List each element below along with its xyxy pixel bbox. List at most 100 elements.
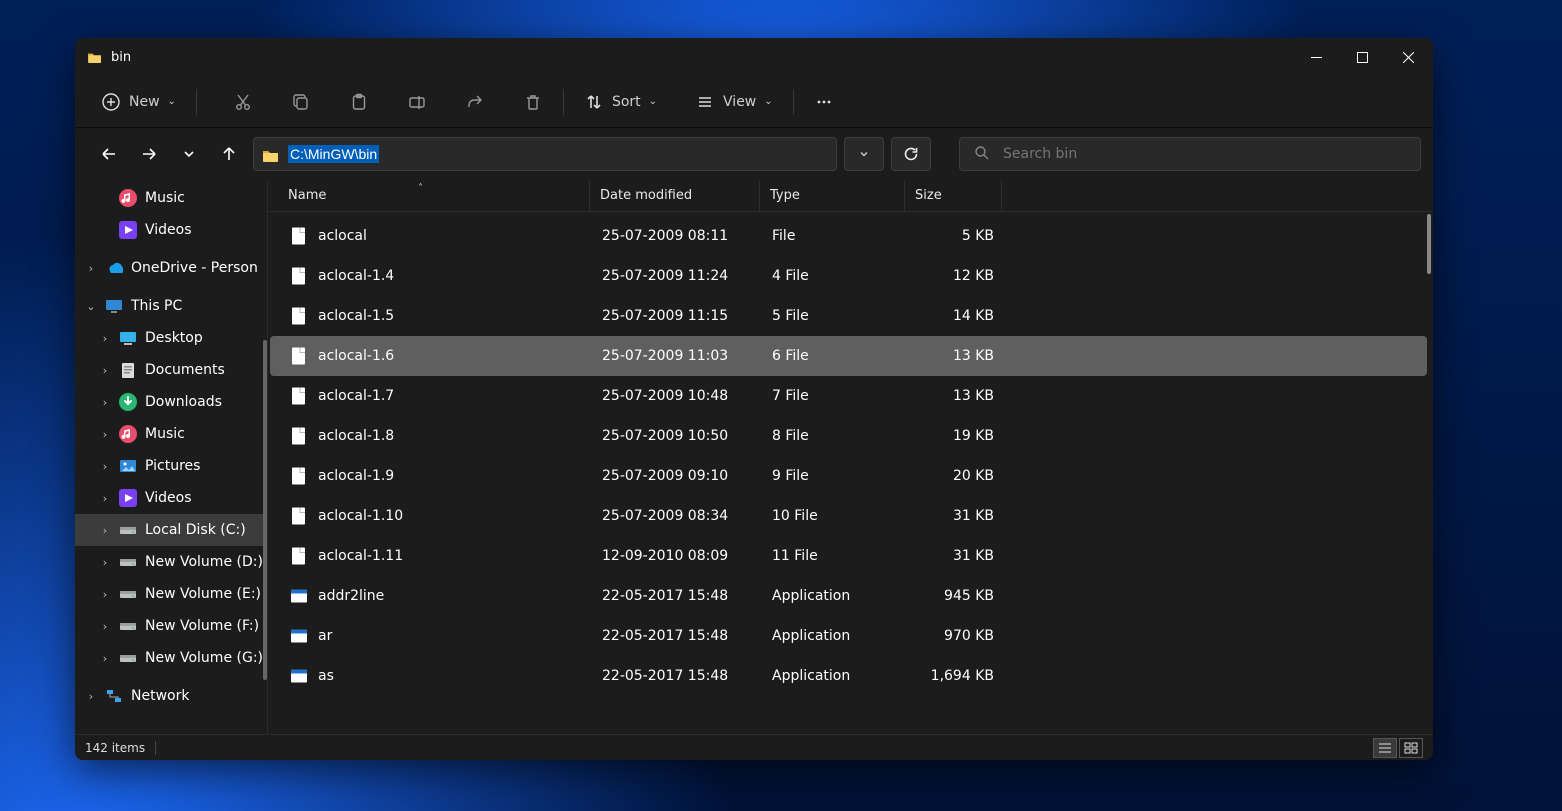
file-name: aclocal-1.9 xyxy=(318,468,394,484)
file-date: 25-07-2009 11:15 xyxy=(592,308,762,324)
tree-item-local-disk-c-[interactable]: ›Local Disk (C:) xyxy=(75,514,267,546)
title-bar[interactable]: bin xyxy=(75,38,1433,76)
copy-button[interactable] xyxy=(283,86,319,118)
file-row[interactable]: aclocal-1.425-07-2009 11:244 File12 KB xyxy=(270,256,1427,296)
chevron-icon[interactable]: › xyxy=(99,332,111,345)
up-button[interactable] xyxy=(213,138,245,170)
details-view-toggle[interactable] xyxy=(1373,738,1397,758)
file-icon xyxy=(290,545,308,567)
sidebar-scrollbar[interactable] xyxy=(263,340,267,680)
forward-button[interactable] xyxy=(133,138,165,170)
chevron-icon[interactable]: › xyxy=(85,262,97,275)
file-row[interactable]: aclocal-1.625-07-2009 11:036 File13 KB xyxy=(270,336,1427,376)
file-date: 22-05-2017 15:48 xyxy=(592,668,762,684)
chevron-down-icon: ⌄ xyxy=(168,96,176,107)
tree-item-network[interactable]: ›Network xyxy=(75,680,267,712)
maximize-button[interactable] xyxy=(1339,38,1385,76)
navigation-bar: C:\MinGW\bin xyxy=(75,128,1433,180)
file-name: ar xyxy=(318,628,332,644)
new-button[interactable]: New ⌄ xyxy=(93,86,184,118)
file-date: 22-05-2017 15:48 xyxy=(592,628,762,644)
file-name: aclocal-1.5 xyxy=(318,308,394,324)
rename-button[interactable] xyxy=(399,86,435,118)
file-row[interactable]: addr2line22-05-2017 15:48Application945 … xyxy=(270,576,1427,616)
divider xyxy=(196,89,197,115)
chevron-icon[interactable]: › xyxy=(99,524,111,537)
chevron-icon[interactable]: › xyxy=(99,396,111,409)
search-box[interactable] xyxy=(959,137,1421,171)
docs-icon xyxy=(119,361,137,379)
file-size: 12 KB xyxy=(907,268,1004,284)
tree-item-new-volume-e-[interactable]: ›New Volume (E:) xyxy=(75,578,267,610)
column-type[interactable]: Type xyxy=(760,180,905,211)
delete-button[interactable] xyxy=(515,86,551,118)
chevron-icon[interactable]: › xyxy=(99,492,111,505)
file-row[interactable]: as22-05-2017 15:48Application1,694 KB xyxy=(270,656,1427,696)
tree-item-downloads[interactable]: ›Downloads xyxy=(75,386,267,418)
tree-item-new-volume-f-[interactable]: ›New Volume (F:) xyxy=(75,610,267,642)
copy-icon xyxy=(291,92,311,112)
close-button[interactable] xyxy=(1385,38,1431,76)
command-bar: New ⌄ Sort ⌄ View ⌄ xyxy=(75,76,1433,128)
chevron-icon[interactable]: › xyxy=(99,652,111,665)
view-button[interactable]: View ⌄ xyxy=(687,86,781,118)
tree-item-music[interactable]: Music xyxy=(75,182,267,214)
back-button[interactable] xyxy=(93,138,125,170)
minimize-button[interactable] xyxy=(1293,38,1339,76)
file-row[interactable]: aclocal-1.525-07-2009 11:155 File14 KB xyxy=(270,296,1427,336)
file-size: 1,694 KB xyxy=(907,668,1004,684)
chevron-icon[interactable]: ⌄ xyxy=(85,300,97,313)
more-button[interactable] xyxy=(806,86,842,118)
recent-button[interactable] xyxy=(173,138,205,170)
address-history-button[interactable] xyxy=(844,137,884,171)
tree-item-desktop[interactable]: ›Desktop xyxy=(75,322,267,354)
tree-item-label: OneDrive - Person xyxy=(131,260,258,276)
address-bar[interactable]: C:\MinGW\bin xyxy=(253,137,837,171)
tree-item-this-pc[interactable]: ⌄This PC xyxy=(75,290,267,322)
chevron-icon[interactable]: › xyxy=(99,620,111,633)
tree-item-onedrive-person[interactable]: › OneDrive - Person xyxy=(75,252,267,284)
file-size: 14 KB xyxy=(907,308,1004,324)
file-row[interactable]: aclocal-1.925-07-2009 09:109 File20 KB xyxy=(270,456,1427,496)
file-row[interactable]: aclocal-1.825-07-2009 10:508 File19 KB xyxy=(270,416,1427,456)
tree-item-new-volume-d-[interactable]: ›New Volume (D:) xyxy=(75,546,267,578)
tree-item-label: Music xyxy=(145,426,185,442)
file-row[interactable]: aclocal-1.725-07-2009 10:487 File13 KB xyxy=(270,376,1427,416)
chevron-icon[interactable]: › xyxy=(85,690,97,703)
column-name[interactable]: Name xyxy=(278,180,590,211)
chevron-icon[interactable]: › xyxy=(99,556,111,569)
share-button[interactable] xyxy=(457,86,493,118)
file-type: 9 File xyxy=(762,468,907,484)
thumbnails-view-toggle[interactable] xyxy=(1399,738,1423,758)
file-scrollbar[interactable] xyxy=(1427,214,1431,274)
file-row[interactable]: aclocal-1.1025-07-2009 08:3410 File31 KB xyxy=(270,496,1427,536)
file-row[interactable]: ar22-05-2017 15:48Application970 KB xyxy=(270,616,1427,656)
chevron-icon[interactable]: › xyxy=(99,428,111,441)
file-type: Application xyxy=(762,628,907,644)
search-input[interactable] xyxy=(1001,145,1406,163)
paste-button[interactable] xyxy=(341,86,377,118)
chevron-icon[interactable]: › xyxy=(99,588,111,601)
file-row[interactable]: aclocal-1.1112-09-2010 08:0911 File31 KB xyxy=(270,536,1427,576)
file-icon xyxy=(290,465,308,487)
tree-item-new-volume-g-[interactable]: ›New Volume (G:) xyxy=(75,642,267,674)
file-size: 19 KB xyxy=(907,428,1004,444)
clipboard-icon xyxy=(349,92,369,112)
application-icon xyxy=(290,665,308,687)
tree-item-documents[interactable]: ›Documents xyxy=(75,354,267,386)
cut-button[interactable] xyxy=(225,86,261,118)
refresh-button[interactable] xyxy=(891,137,931,171)
chevron-icon[interactable]: › xyxy=(99,364,111,377)
column-size[interactable]: Size xyxy=(905,180,1002,211)
file-size: 13 KB xyxy=(907,348,1004,364)
tree-item-videos[interactable]: ›Videos xyxy=(75,482,267,514)
tree-item-pictures[interactable]: ›Pictures xyxy=(75,450,267,482)
address-path[interactable]: C:\MinGW\bin xyxy=(288,145,379,163)
sort-button[interactable]: Sort ⌄ xyxy=(576,86,665,118)
column-date[interactable]: Date modified xyxy=(590,180,760,211)
chevron-icon[interactable]: › xyxy=(99,460,111,473)
file-row[interactable]: aclocal25-07-2009 08:11File5 KB xyxy=(270,216,1427,256)
tree-item-videos[interactable]: Videos xyxy=(75,214,267,246)
file-date: 25-07-2009 11:24 xyxy=(592,268,762,284)
tree-item-music[interactable]: › Music xyxy=(75,418,267,450)
